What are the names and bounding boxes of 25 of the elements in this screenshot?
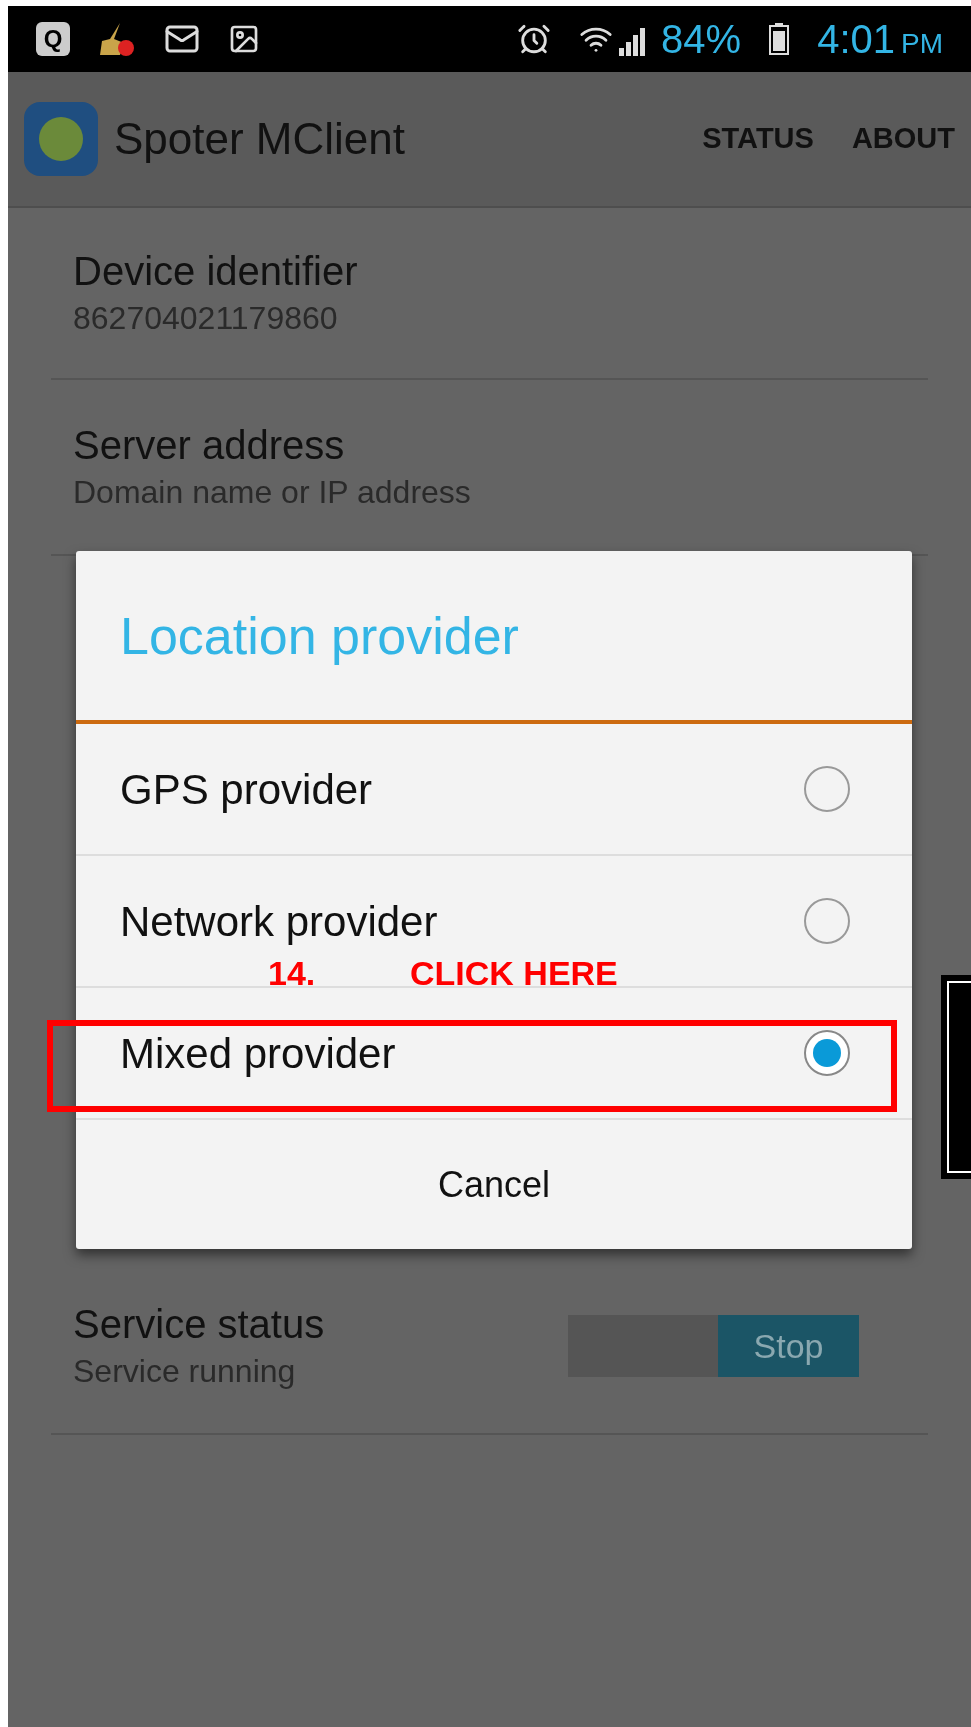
clock-meridiem: PM [901, 27, 943, 61]
radio-button[interactable] [804, 1030, 850, 1076]
radio-button[interactable] [804, 898, 850, 944]
click-here-label: CLICK HERE [410, 956, 618, 990]
app-title: Spoter MClient [114, 113, 406, 165]
battery-percent: 84% [661, 16, 742, 63]
setting-title: Service status [73, 1301, 326, 1348]
setting-title: Device identifier [73, 248, 359, 295]
alarm-icon [517, 22, 552, 56]
step-number: 14. [268, 956, 316, 990]
radio-button[interactable] [804, 766, 850, 812]
setting-summary: Service running [73, 1352, 297, 1391]
setting-title: Server address [73, 422, 346, 469]
dialog-title: Location provider [120, 605, 519, 667]
signal-icon [619, 28, 648, 56]
provider-option[interactable]: Mixed provider [76, 988, 912, 1120]
image-icon [228, 23, 260, 55]
setting-summary: 862704021179860 [73, 299, 339, 338]
app-logo-icon [24, 102, 98, 176]
provider-option[interactable]: GPS provider [76, 724, 912, 856]
battery-icon [769, 23, 790, 55]
clock-time: 4:01 [817, 16, 895, 63]
setting-summary: Domain name or IP address [73, 473, 472, 512]
app-letter-icon: Q [36, 22, 70, 56]
cancel-button[interactable]: Cancel [76, 1120, 912, 1249]
